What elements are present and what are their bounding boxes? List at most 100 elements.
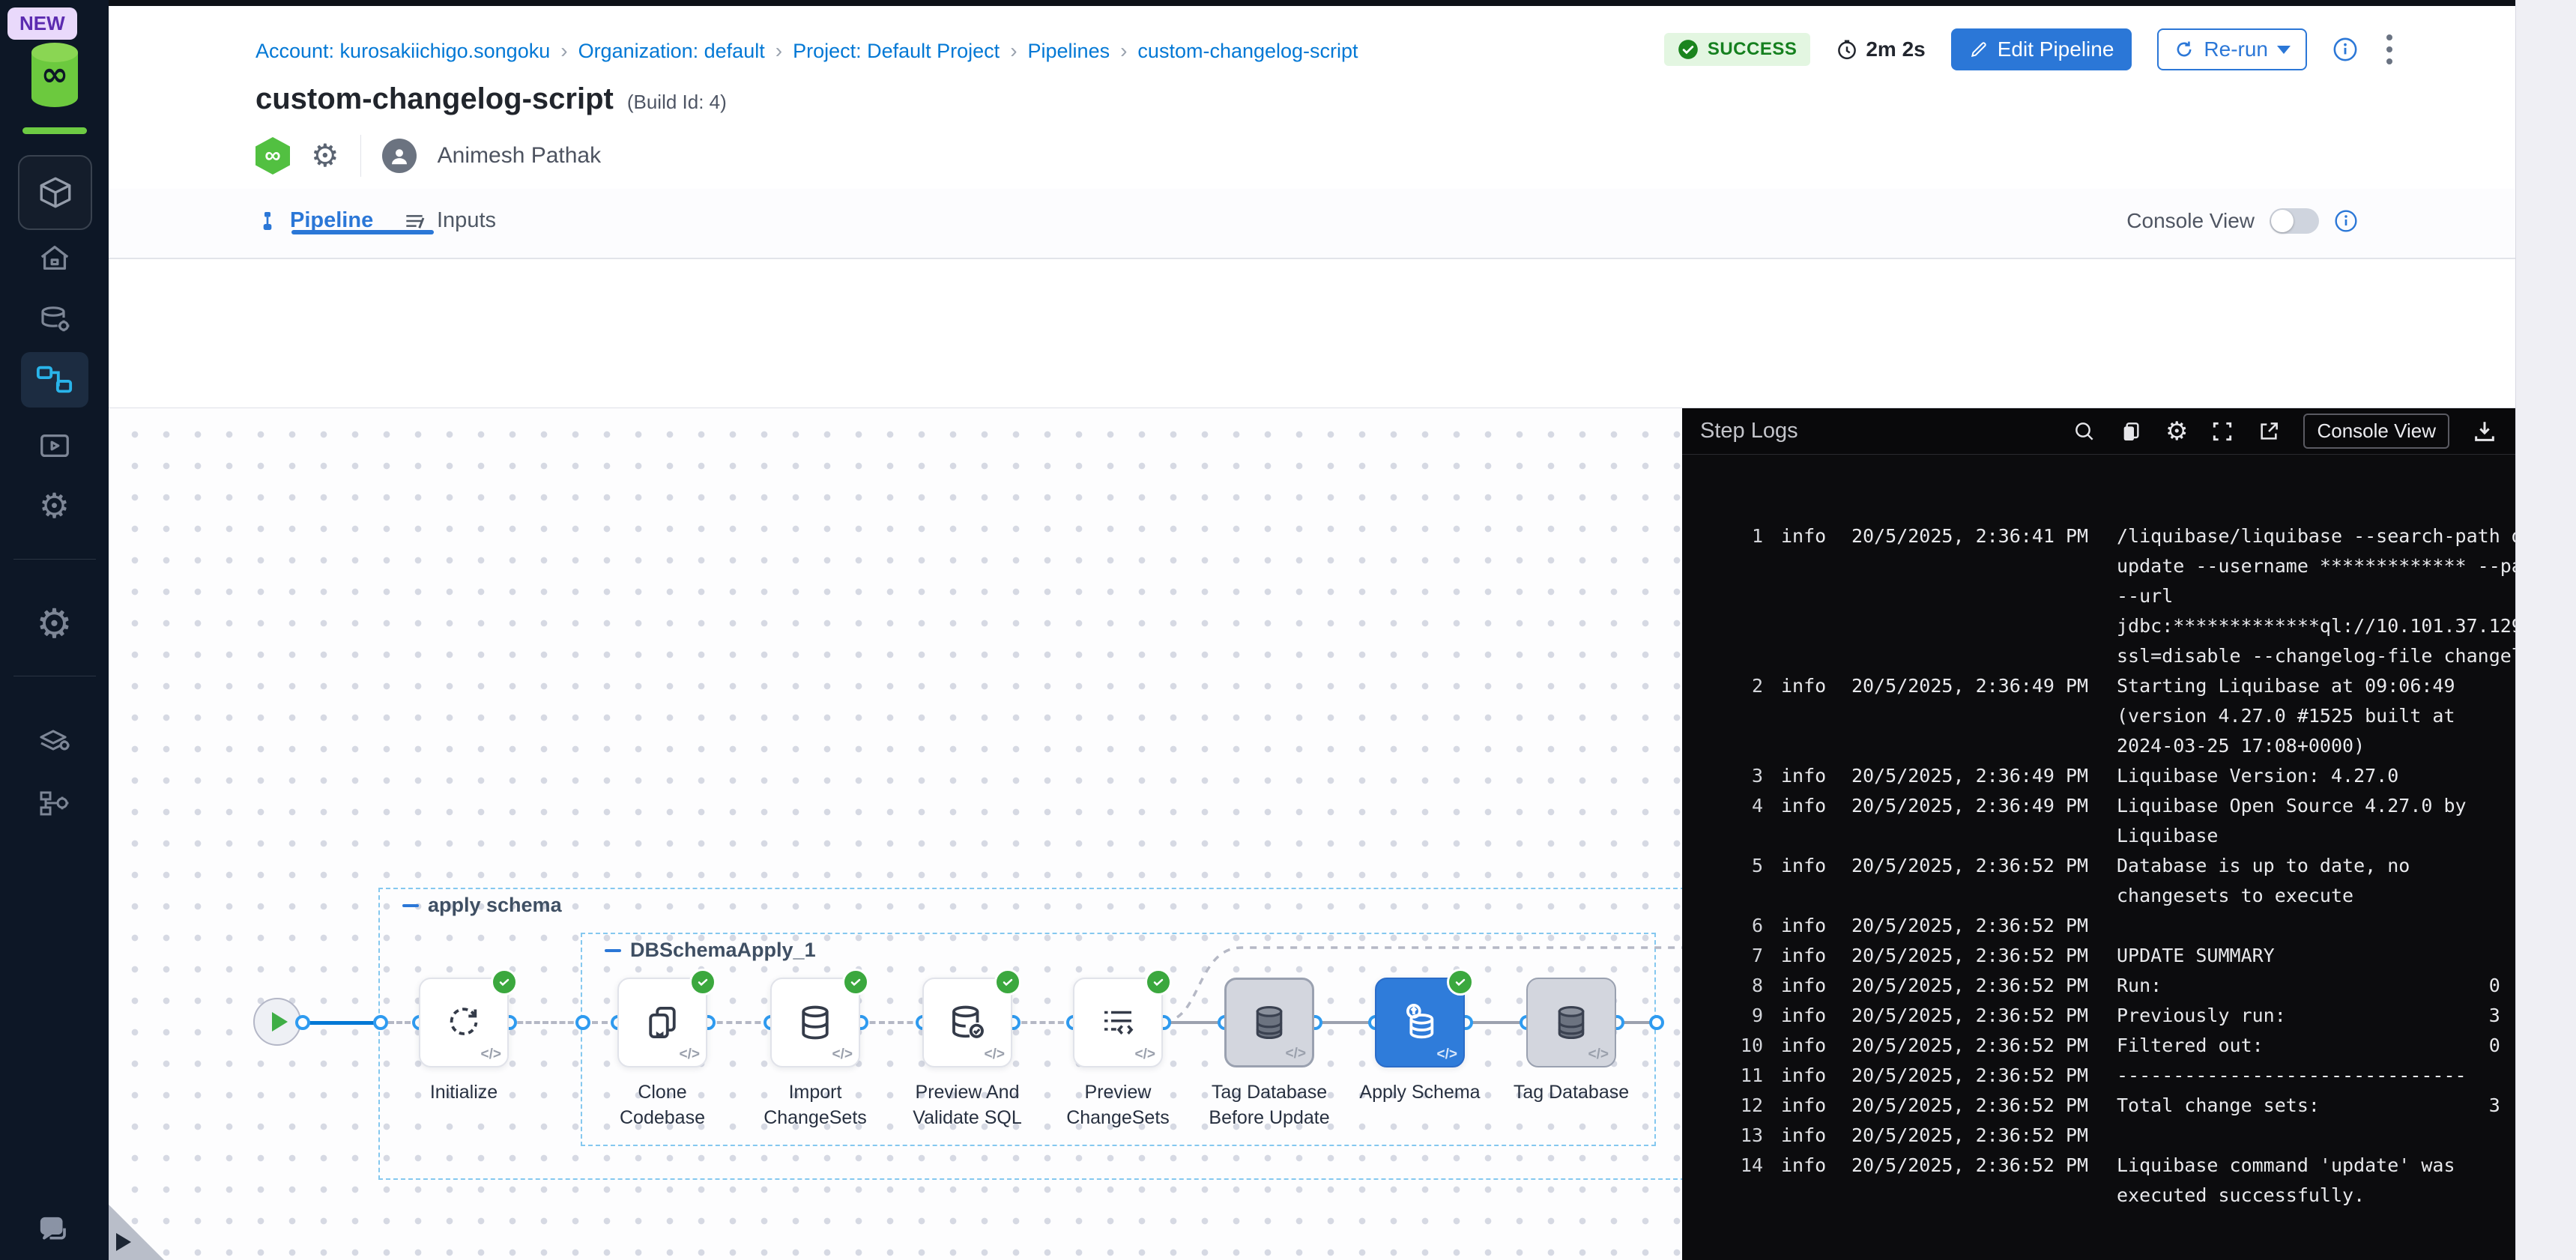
console-view-button[interactable]: Console View [2303,414,2449,449]
play-icon [272,1012,288,1032]
gear-icon[interactable]: ⚙ [2165,419,2188,444]
breadcrumb-account[interactable]: Account: kurosakiichigo.songoku [256,40,550,63]
step-logs-panel: Step Logs ⚙ Console View [1682,408,2515,1260]
tab-pipeline[interactable]: Pipeline [256,208,373,233]
step-node-preview-validate-sql[interactable]: </> [922,978,1012,1067]
log-line: 2info20/5/2025, 2:36:49 PMStarting Liqui… [1682,671,2515,761]
console-view-toggle[interactable] [2270,208,2319,234]
collapse-icon[interactable] [402,904,419,907]
breadcrumb-pipelines[interactable]: Pipelines [1028,40,1110,63]
sidebar-item-executions[interactable] [0,428,109,463]
step-node-apply-schema[interactable]: </> [1375,978,1465,1067]
header-actions: SUCCESS 2m 2s Edit Pipeline Re-run [1664,28,2395,70]
step-node-import-changesets[interactable]: </> [770,978,860,1067]
more-options-kebab[interactable] [2383,31,2395,67]
step-label: Tag Database [1481,1079,1661,1105]
open-external-icon[interactable] [2257,420,2281,443]
step-node-initialize[interactable]: </> [419,978,509,1067]
top-window-bar [0,0,2576,6]
step-logs-body[interactable]: 1info20/5/2025, 2:36:41 PM/liquibase/liq… [1682,455,2515,1260]
connector-dot[interactable] [575,1015,590,1030]
code-glyph: </> [481,1047,501,1063]
page-title: custom-changelog-script(Build Id: 4) [256,82,727,116]
log-line: 3info20/5/2025, 2:36:49 PMLiquibase Vers… [1682,761,2515,791]
app-root: NEW ∞ [0,0,2576,1260]
log-line: 7info20/5/2025, 2:36:52 PMUPDATE SUMMARY [1682,941,2515,971]
breadcrumb-project[interactable]: Project: Default Project [793,40,1000,63]
user-icon [388,145,411,167]
new-badge: NEW [7,7,77,40]
sidebar-item-account-settings[interactable]: ⚙ [0,604,109,644]
info-icon[interactable] [2332,37,2358,62]
connector-dot[interactable] [373,1015,388,1030]
breadcrumb-separator: › [1120,39,1127,63]
sidebar-item-databases[interactable] [0,301,109,337]
gear-icon: ⚙ [36,604,72,644]
log-line: 6info20/5/2025, 2:36:52 PM [1682,911,2515,941]
breadcrumb-current[interactable]: custom-changelog-script [1137,40,1358,63]
connector-dot[interactable] [295,1015,310,1030]
log-line: 13info20/5/2025, 2:36:52 PM [1682,1121,2515,1151]
breadcrumb-organization[interactable]: Organization: default [578,40,765,63]
corner-play-icon[interactable] [116,1233,131,1251]
list-code-icon [1098,1002,1138,1043]
total-duration: 2m 2s [1836,37,1925,61]
step-group-label[interactable]: DBSchemaApply_1 [605,939,816,962]
download-icon[interactable] [2472,419,2497,444]
help-chat-icon[interactable]: ? [0,1212,109,1251]
stage-group-name: apply schema [428,894,562,917]
divider [360,135,361,177]
pipeline-meta-row: ∞ ⚙ Animesh Pathak [256,135,601,177]
pipeline-tab-icon [256,209,279,233]
connector-line [1012,1021,1073,1024]
tab-inputs-label: Inputs [437,208,496,233]
success-check-icon [491,969,518,996]
pipeline-start-node[interactable] [253,998,301,1046]
status-text: SUCCESS [1708,39,1798,60]
pipeline-settings-gear-icon[interactable]: ⚙ [311,140,339,172]
code-glyph: </> [985,1047,1005,1063]
sidebar-item-infrastructure[interactable] [0,787,109,823]
svg-text:∞: ∞ [41,55,69,94]
console-view-toggle-group: Console View [2126,208,2358,234]
tab-inputs[interactable]: Inputs [402,208,496,233]
edit-pipeline-button[interactable]: Edit Pipeline [1951,28,2132,70]
step-node-tag-database[interactable]: </> [1526,978,1616,1067]
step-node-preview-changesets[interactable]: </> [1073,978,1163,1067]
stage-summary: deploy Started at:20/5/2025, 2:34:58 PM … [109,259,2515,408]
pipeline-canvas[interactable]: apply schema DBSchemaApply_1 [109,408,1682,1260]
edit-pipeline-label: Edit Pipeline [1998,37,2114,61]
clock-icon [1836,38,1858,61]
sidebar-item-home[interactable] [0,241,109,276]
code-glyph: </> [832,1047,853,1063]
step-group-name: DBSchemaApply_1 [630,939,816,962]
connector-dot[interactable] [1649,1015,1664,1030]
liquibase-db-logo-icon[interactable]: ∞ [25,40,84,112]
rerun-label: Re-run [2204,37,2268,61]
info-icon[interactable] [2334,209,2358,233]
search-icon[interactable] [2072,420,2096,443]
breadcrumb-separator: › [775,39,782,63]
step-logs-header: Step Logs ⚙ Console View [1682,408,2515,455]
success-check-icon [842,969,869,996]
right-gutter [2515,0,2576,1260]
code-glyph: </> [680,1047,700,1063]
step-node-clone-codebase[interactable]: </> [617,978,707,1067]
sidebar-item-pipelines-active[interactable] [21,352,88,408]
fullscreen-icon[interactable] [2210,420,2234,443]
left-nav: NEW ∞ [0,0,109,1260]
sidebar-item-project-settings[interactable]: ⚙ [0,488,109,523]
log-line: 14info20/5/2025, 2:36:52 PMLiquibase com… [1682,1151,2515,1211]
copy-icon[interactable] [2119,420,2143,443]
stage-group-label[interactable]: apply schema [402,894,562,917]
module-selector-button[interactable] [18,155,92,230]
log-line: 11info20/5/2025, 2:36:52 PM-------------… [1682,1061,2515,1091]
collapse-icon[interactable] [605,949,621,952]
rerun-button[interactable]: Re-run [2157,28,2307,70]
sidebar-item-stacked-resources[interactable] [0,721,109,757]
connector-line [860,1021,922,1024]
nav-divider [13,559,96,560]
refresh-icon [2174,39,2195,60]
connector-line [707,1021,770,1024]
step-node-tag-database-before-update[interactable]: </> [1224,978,1314,1067]
